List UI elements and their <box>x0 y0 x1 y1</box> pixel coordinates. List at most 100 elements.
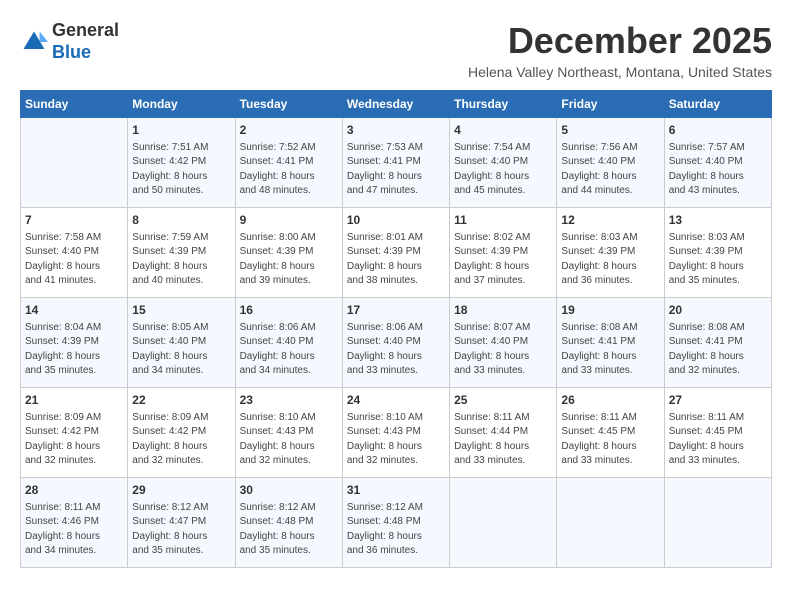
day-info: Sunrise: 8:03 AM Sunset: 4:39 PM Dayligh… <box>669 231 767 289</box>
day-number: 7 <box>25 212 123 229</box>
day-number: 1 <box>132 122 230 139</box>
week-row-3: 14 Sunrise: 8:04 AM Sunset: 4:39 PM Dayli… <box>21 298 772 388</box>
calendar-cell: 28Sunrise: 8:11 AM Sunset: 4:46 PM Dayli… <box>21 478 128 568</box>
day-number: 19 <box>561 302 659 319</box>
day-info: Sunrise: 8:08 AM Sunset: 4:41 PM Dayligh… <box>561 321 659 379</box>
header-cell-friday: Friday <box>557 91 664 118</box>
calendar-cell: 6 Sunrise: 7:57 AM Sunset: 4:40 PM Daylig… <box>664 118 771 208</box>
day-info: Sunrise: 7:54 AM Sunset: 4:40 PM Dayligh… <box>454 141 552 199</box>
calendar-cell: 10 Sunrise: 8:01 AM Sunset: 4:39 PM Dayli… <box>342 208 449 298</box>
title-block: December 2025 Helena Valley Northeast, M… <box>468 20 772 80</box>
day-info: Sunrise: 7:53 AM Sunset: 4:41 PM Dayligh… <box>347 141 445 199</box>
day-info: Sunrise: 8:04 AM Sunset: 4:39 PM Dayligh… <box>25 321 123 379</box>
day-info: Sunrise: 7:56 AM Sunset: 4:40 PM Dayligh… <box>561 141 659 199</box>
header-cell-tuesday: Tuesday <box>235 91 342 118</box>
day-info: Sunrise: 7:57 AM Sunset: 4:40 PM Dayligh… <box>669 141 767 199</box>
week-row-5: 28Sunrise: 8:11 AM Sunset: 4:46 PM Dayli… <box>21 478 772 568</box>
day-number: 27 <box>669 392 767 409</box>
day-number: 5 <box>561 122 659 139</box>
calendar-cell: 22Sunrise: 8:09 AM Sunset: 4:42 PM Dayli… <box>128 388 235 478</box>
logo-general: General <box>52 20 119 40</box>
day-info: Sunrise: 8:06 AM Sunset: 4:40 PM Dayligh… <box>347 321 445 379</box>
calendar-cell: 27 Sunrise: 8:11 AM Sunset: 4:45 PM Dayli… <box>664 388 771 478</box>
day-number: 10 <box>347 212 445 229</box>
calendar-header: SundayMondayTuesdayWednesdayThursdayFrid… <box>21 91 772 118</box>
logo: General Blue <box>20 20 119 63</box>
day-number: 13 <box>669 212 767 229</box>
day-number: 4 <box>454 122 552 139</box>
day-number: 30 <box>240 482 338 499</box>
day-info: Sunrise: 8:03 AM Sunset: 4:39 PM Dayligh… <box>561 231 659 289</box>
calendar-cell: 8Sunrise: 7:59 AM Sunset: 4:39 PM Daylig… <box>128 208 235 298</box>
day-info: Sunrise: 8:00 AM Sunset: 4:39 PM Dayligh… <box>240 231 338 289</box>
month-title: December 2025 <box>468 20 772 62</box>
day-number: 18 <box>454 302 552 319</box>
calendar-cell: 25 Sunrise: 8:11 AM Sunset: 4:44 PM Dayli… <box>450 388 557 478</box>
day-info: Sunrise: 8:05 AM Sunset: 4:40 PM Dayligh… <box>132 321 230 379</box>
calendar-cell <box>664 478 771 568</box>
day-number: 2 <box>240 122 338 139</box>
calendar-table: SundayMondayTuesdayWednesdayThursdayFrid… <box>20 90 772 568</box>
day-number: 24 <box>347 392 445 409</box>
day-number: 17 <box>347 302 445 319</box>
calendar-cell <box>450 478 557 568</box>
calendar-cell: 24 Sunrise: 8:10 AM Sunset: 4:43 PM Dayli… <box>342 388 449 478</box>
page-header: General Blue December 2025 Helena Valley… <box>20 20 772 80</box>
day-number: 9 <box>240 212 338 229</box>
calendar-cell: 18 Sunrise: 8:07 AM Sunset: 4:40 PM Dayli… <box>450 298 557 388</box>
calendar-cell: 30 Sunrise: 8:12 AM Sunset: 4:48 PM Dayli… <box>235 478 342 568</box>
week-row-1: 1Sunrise: 7:51 AM Sunset: 4:42 PM Daylig… <box>21 118 772 208</box>
calendar-cell: 4 Sunrise: 7:54 AM Sunset: 4:40 PM Daylig… <box>450 118 557 208</box>
calendar-cell: 21 Sunrise: 8:09 AM Sunset: 4:42 PM Dayli… <box>21 388 128 478</box>
day-info: Sunrise: 8:10 AM Sunset: 4:43 PM Dayligh… <box>347 411 445 469</box>
day-number: 20 <box>669 302 767 319</box>
calendar-cell: 12Sunrise: 8:03 AM Sunset: 4:39 PM Dayli… <box>557 208 664 298</box>
week-row-4: 21 Sunrise: 8:09 AM Sunset: 4:42 PM Dayli… <box>21 388 772 478</box>
day-info: Sunrise: 8:01 AM Sunset: 4:39 PM Dayligh… <box>347 231 445 289</box>
day-info: Sunrise: 8:11 AM Sunset: 4:44 PM Dayligh… <box>454 411 552 469</box>
day-info: Sunrise: 8:11 AM Sunset: 4:45 PM Dayligh… <box>561 411 659 469</box>
calendar-cell: 26Sunrise: 8:11 AM Sunset: 4:45 PM Dayli… <box>557 388 664 478</box>
calendar-cell: 1Sunrise: 7:51 AM Sunset: 4:42 PM Daylig… <box>128 118 235 208</box>
day-number: 23 <box>240 392 338 409</box>
calendar-cell <box>557 478 664 568</box>
day-info: Sunrise: 8:08 AM Sunset: 4:41 PM Dayligh… <box>669 321 767 379</box>
day-number: 29 <box>132 482 230 499</box>
header-cell-saturday: Saturday <box>664 91 771 118</box>
header-row: SundayMondayTuesdayWednesdayThursdayFrid… <box>21 91 772 118</box>
header-cell-wednesday: Wednesday <box>342 91 449 118</box>
day-number: 16 <box>240 302 338 319</box>
day-number: 3 <box>347 122 445 139</box>
calendar-cell: 19 Sunrise: 8:08 AM Sunset: 4:41 PM Dayli… <box>557 298 664 388</box>
calendar-cell: 13 Sunrise: 8:03 AM Sunset: 4:39 PM Dayli… <box>664 208 771 298</box>
day-number: 14 <box>25 302 123 319</box>
calendar-cell: 31 Sunrise: 8:12 AM Sunset: 4:48 PM Dayli… <box>342 478 449 568</box>
calendar-cell <box>21 118 128 208</box>
day-info: Sunrise: 8:12 AM Sunset: 4:48 PM Dayligh… <box>347 501 445 559</box>
header-cell-thursday: Thursday <box>450 91 557 118</box>
day-info: Sunrise: 8:11 AM Sunset: 4:46 PM Dayligh… <box>25 501 123 559</box>
day-number: 21 <box>25 392 123 409</box>
calendar-cell: 20 Sunrise: 8:08 AM Sunset: 4:41 PM Dayli… <box>664 298 771 388</box>
day-number: 31 <box>347 482 445 499</box>
calendar-cell: 16Sunrise: 8:06 AM Sunset: 4:40 PM Dayli… <box>235 298 342 388</box>
day-info: Sunrise: 7:59 AM Sunset: 4:39 PM Dayligh… <box>132 231 230 289</box>
header-cell-sunday: Sunday <box>21 91 128 118</box>
day-number: 6 <box>669 122 767 139</box>
day-info: Sunrise: 8:11 AM Sunset: 4:45 PM Dayligh… <box>669 411 767 469</box>
logo-blue: Blue <box>52 42 91 62</box>
calendar-cell: 9 Sunrise: 8:00 AM Sunset: 4:39 PM Daylig… <box>235 208 342 298</box>
day-info: Sunrise: 8:09 AM Sunset: 4:42 PM Dayligh… <box>132 411 230 469</box>
day-info: Sunrise: 8:12 AM Sunset: 4:48 PM Dayligh… <box>240 501 338 559</box>
day-info: Sunrise: 8:09 AM Sunset: 4:42 PM Dayligh… <box>25 411 123 469</box>
day-info: Sunrise: 8:07 AM Sunset: 4:40 PM Dayligh… <box>454 321 552 379</box>
calendar-cell: 7Sunrise: 7:58 AM Sunset: 4:40 PM Daylig… <box>21 208 128 298</box>
logo-icon <box>20 28 48 56</box>
calendar-cell: 23Sunrise: 8:10 AM Sunset: 4:43 PM Dayli… <box>235 388 342 478</box>
day-number: 25 <box>454 392 552 409</box>
day-number: 15 <box>132 302 230 319</box>
day-info: Sunrise: 7:52 AM Sunset: 4:41 PM Dayligh… <box>240 141 338 199</box>
calendar-cell: 2 Sunrise: 7:52 AM Sunset: 4:41 PM Daylig… <box>235 118 342 208</box>
location-title: Helena Valley Northeast, Montana, United… <box>468 64 772 80</box>
day-number: 11 <box>454 212 552 229</box>
